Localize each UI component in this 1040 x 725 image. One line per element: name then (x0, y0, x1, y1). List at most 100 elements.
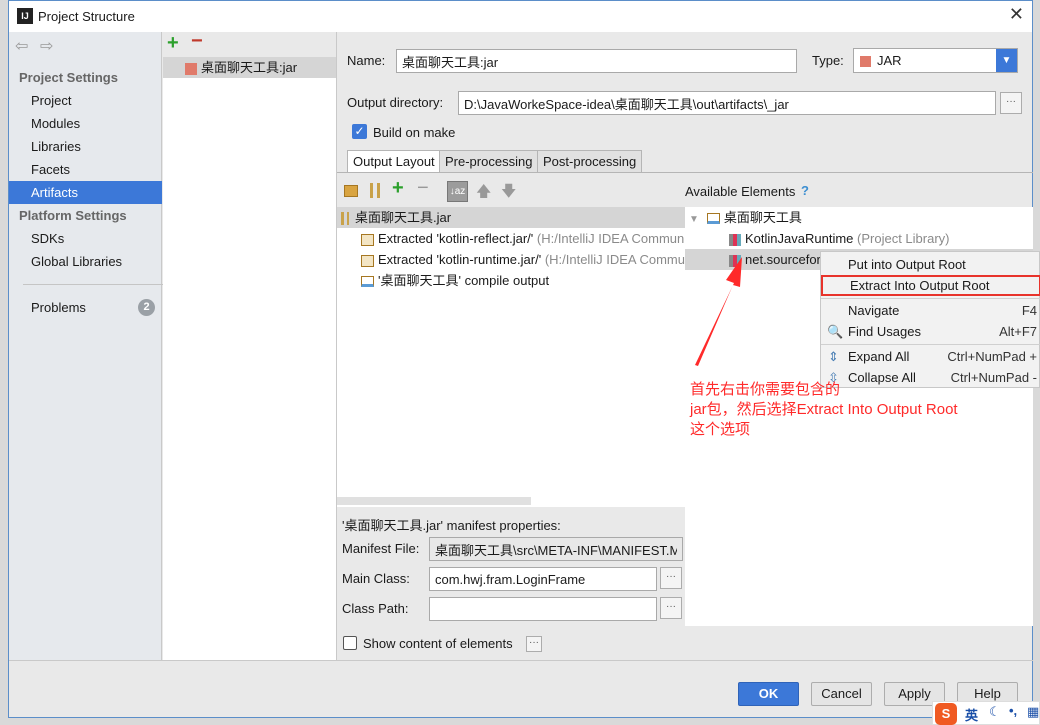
tab-pre-processing[interactable]: Pre-processing (439, 150, 539, 173)
tree-item-detail: (H:/IntelliJ IDEA Commu (544, 252, 685, 267)
archive-icon[interactable] (370, 183, 380, 198)
keyboard-icon[interactable]: ▦ (1027, 704, 1039, 720)
build-on-make-checkbox[interactable]: ✓ (352, 124, 367, 139)
forward-icon[interactable]: ⇨ (40, 36, 53, 56)
manifest-title: '桌面聊天工具.jar' manifest properties: (342, 518, 561, 533)
move-down-icon[interactable]: 🡇 (501, 181, 516, 206)
tree-item-detail: (H:/IntelliJ IDEA Commun (536, 231, 685, 246)
menu-item-navigate[interactable]: Navigate F4 (821, 300, 1040, 321)
horizontal-scrollbar[interactable] (337, 497, 531, 505)
sidebar-item-modules[interactable]: Modules (9, 112, 162, 135)
intellij-logo-icon: IJ (17, 8, 33, 24)
available-root[interactable]: ▼ 桌面聊天工具 (689, 207, 802, 228)
name-input[interactable] (396, 49, 797, 73)
jar-icon (185, 62, 197, 75)
tab-output-layout[interactable]: Output Layout (347, 150, 441, 173)
browse-output-directory-button[interactable]: ··· (1000, 92, 1022, 114)
divider (23, 284, 163, 285)
annotation-line: jar包，然后选择Extract Into Output Root (690, 401, 958, 418)
platform-settings-header: Platform Settings (19, 208, 127, 223)
back-icon[interactable]: ⇦ (15, 36, 28, 56)
show-content-checkbox[interactable] (343, 636, 357, 650)
artifact-label: 桌面聊天工具:jar (201, 60, 298, 75)
menu-item-label: Find Usages (848, 324, 921, 339)
ime-toolbar[interactable]: S 英 ☾ •, ▦ (932, 701, 1040, 725)
jar-icon (860, 56, 871, 68)
menu-item-find-usages[interactable]: 🔍 Find Usages Alt+F7 (821, 321, 1040, 342)
tree-root-label: 桌面聊天工具.jar (355, 210, 452, 225)
type-value: JAR (877, 53, 902, 68)
menu-item-shortcut: F4 (1021, 303, 1037, 318)
available-root-label: 桌面聊天工具 (723, 210, 802, 225)
main-class-input[interactable] (429, 567, 657, 591)
tree-item-label: Extracted 'kotlin-runtime.jar/' (378, 252, 542, 267)
ok-button[interactable]: OK (738, 682, 799, 706)
moon-icon[interactable]: ☾ (989, 704, 1001, 720)
chevron-down-icon[interactable]: ▼ (996, 49, 1017, 72)
menu-separator (821, 344, 1040, 345)
search-icon: 🔍 (827, 324, 844, 339)
library-icon (729, 233, 741, 246)
tree-item[interactable]: '桌面聊天工具' compile output (361, 270, 685, 291)
show-content-options-button[interactable]: ··· (526, 636, 542, 652)
manifest-file-input[interactable] (429, 537, 683, 561)
create-directory-icon[interactable] (344, 185, 358, 197)
tab-post-processing[interactable]: Post-processing (537, 150, 643, 173)
type-select[interactable]: JAR ▼ (853, 48, 1018, 73)
sidebar-item-problems[interactable]: Problems 2 (9, 296, 162, 319)
problems-count-badge: 2 (138, 299, 155, 316)
sidebar-item-facets[interactable]: Facets (9, 158, 162, 181)
annotation-line: 首先右击你需要包含的 (690, 381, 841, 398)
sidebar-item-libraries[interactable]: Libraries (9, 135, 162, 158)
manifest-file-label: Manifest File: (342, 541, 420, 556)
sogou-logo-icon: S (935, 703, 957, 725)
remove-icon[interactable]: − (191, 30, 203, 53)
menu-item-put-into-output-root[interactable]: Put into Output Root (821, 254, 1040, 275)
sidebar-item-sdks[interactable]: SDKs (9, 227, 162, 250)
tree-root[interactable]: 桌面聊天工具.jar (337, 207, 685, 228)
artifact-item[interactable]: 桌面聊天工具:jar (163, 57, 336, 78)
tree-item[interactable]: Extracted 'kotlin-reflect.jar/' (H:/Inte… (361, 228, 685, 249)
output-directory-input[interactable] (458, 91, 996, 115)
ime-language[interactable]: 英 (965, 705, 978, 724)
sidebar-item-project[interactable]: Project (9, 89, 162, 112)
annotation-arrow (695, 257, 742, 366)
available-item[interactable]: KotlinJavaRuntime (Project Library) (729, 228, 949, 249)
class-path-input[interactable] (429, 597, 657, 621)
add-element-icon[interactable]: + (392, 177, 404, 200)
menu-item-extract-into-output-root[interactable]: Extract Into Output Root (821, 275, 1040, 296)
name-label: Name: (347, 53, 386, 68)
tree-item[interactable]: Extracted 'kotlin-runtime.jar/' (H:/Inte… (361, 249, 685, 270)
sort-icon[interactable]: ↓az (447, 181, 468, 202)
browse-class-path-button[interactable]: ··· (660, 597, 682, 619)
add-icon[interactable]: + (167, 32, 179, 55)
sidebar-item-artifacts[interactable]: Artifacts (9, 181, 162, 204)
output-directory-label: Output directory: (347, 95, 444, 110)
available-item-label: KotlinJavaRuntime (745, 231, 854, 246)
menu-item-shortcut: Alt+F7 (999, 324, 1037, 339)
browse-main-class-button[interactable]: ··· (660, 567, 682, 589)
class-path-label: Class Path: (342, 601, 409, 616)
layout-toolbar: + − ↓az 🡅 🡇 (337, 177, 685, 207)
extracted-icon (361, 233, 374, 246)
annotation-line: 这个选项 (690, 421, 751, 438)
extracted-icon (361, 254, 374, 267)
archive-icon (341, 212, 349, 226)
artifacts-toolbar: + − (163, 30, 336, 57)
menu-item-label: Navigate (848, 303, 900, 318)
main-class-label: Main Class: (342, 571, 410, 586)
menu-item-expand-all[interactable]: ⇕ Expand All Ctrl+NumPad + (821, 346, 1040, 367)
sidebar-item-global-libraries[interactable]: Global Libraries (9, 250, 162, 273)
move-up-icon[interactable]: 🡅 (476, 181, 491, 206)
available-elements-header: Available Elements (685, 184, 796, 199)
close-icon[interactable]: ✕ (1009, 4, 1024, 25)
remove-element-icon[interactable]: − (417, 177, 429, 200)
module-folder-icon (706, 213, 720, 225)
sidebar: ⇦ ⇨ Project Settings Project Modules Lib… (9, 32, 163, 660)
punctuation-icon[interactable]: •, (1009, 703, 1017, 718)
expand-arrow-icon[interactable]: ▼ (689, 214, 699, 225)
help-icon[interactable]: ? (801, 183, 809, 198)
tree-item-label: '桌面聊天工具' compile output (378, 273, 550, 288)
output-layout-tree: 桌面聊天工具.jar Extracted 'kotlin-reflect.jar… (337, 207, 685, 507)
cancel-button[interactable]: Cancel (811, 682, 872, 706)
